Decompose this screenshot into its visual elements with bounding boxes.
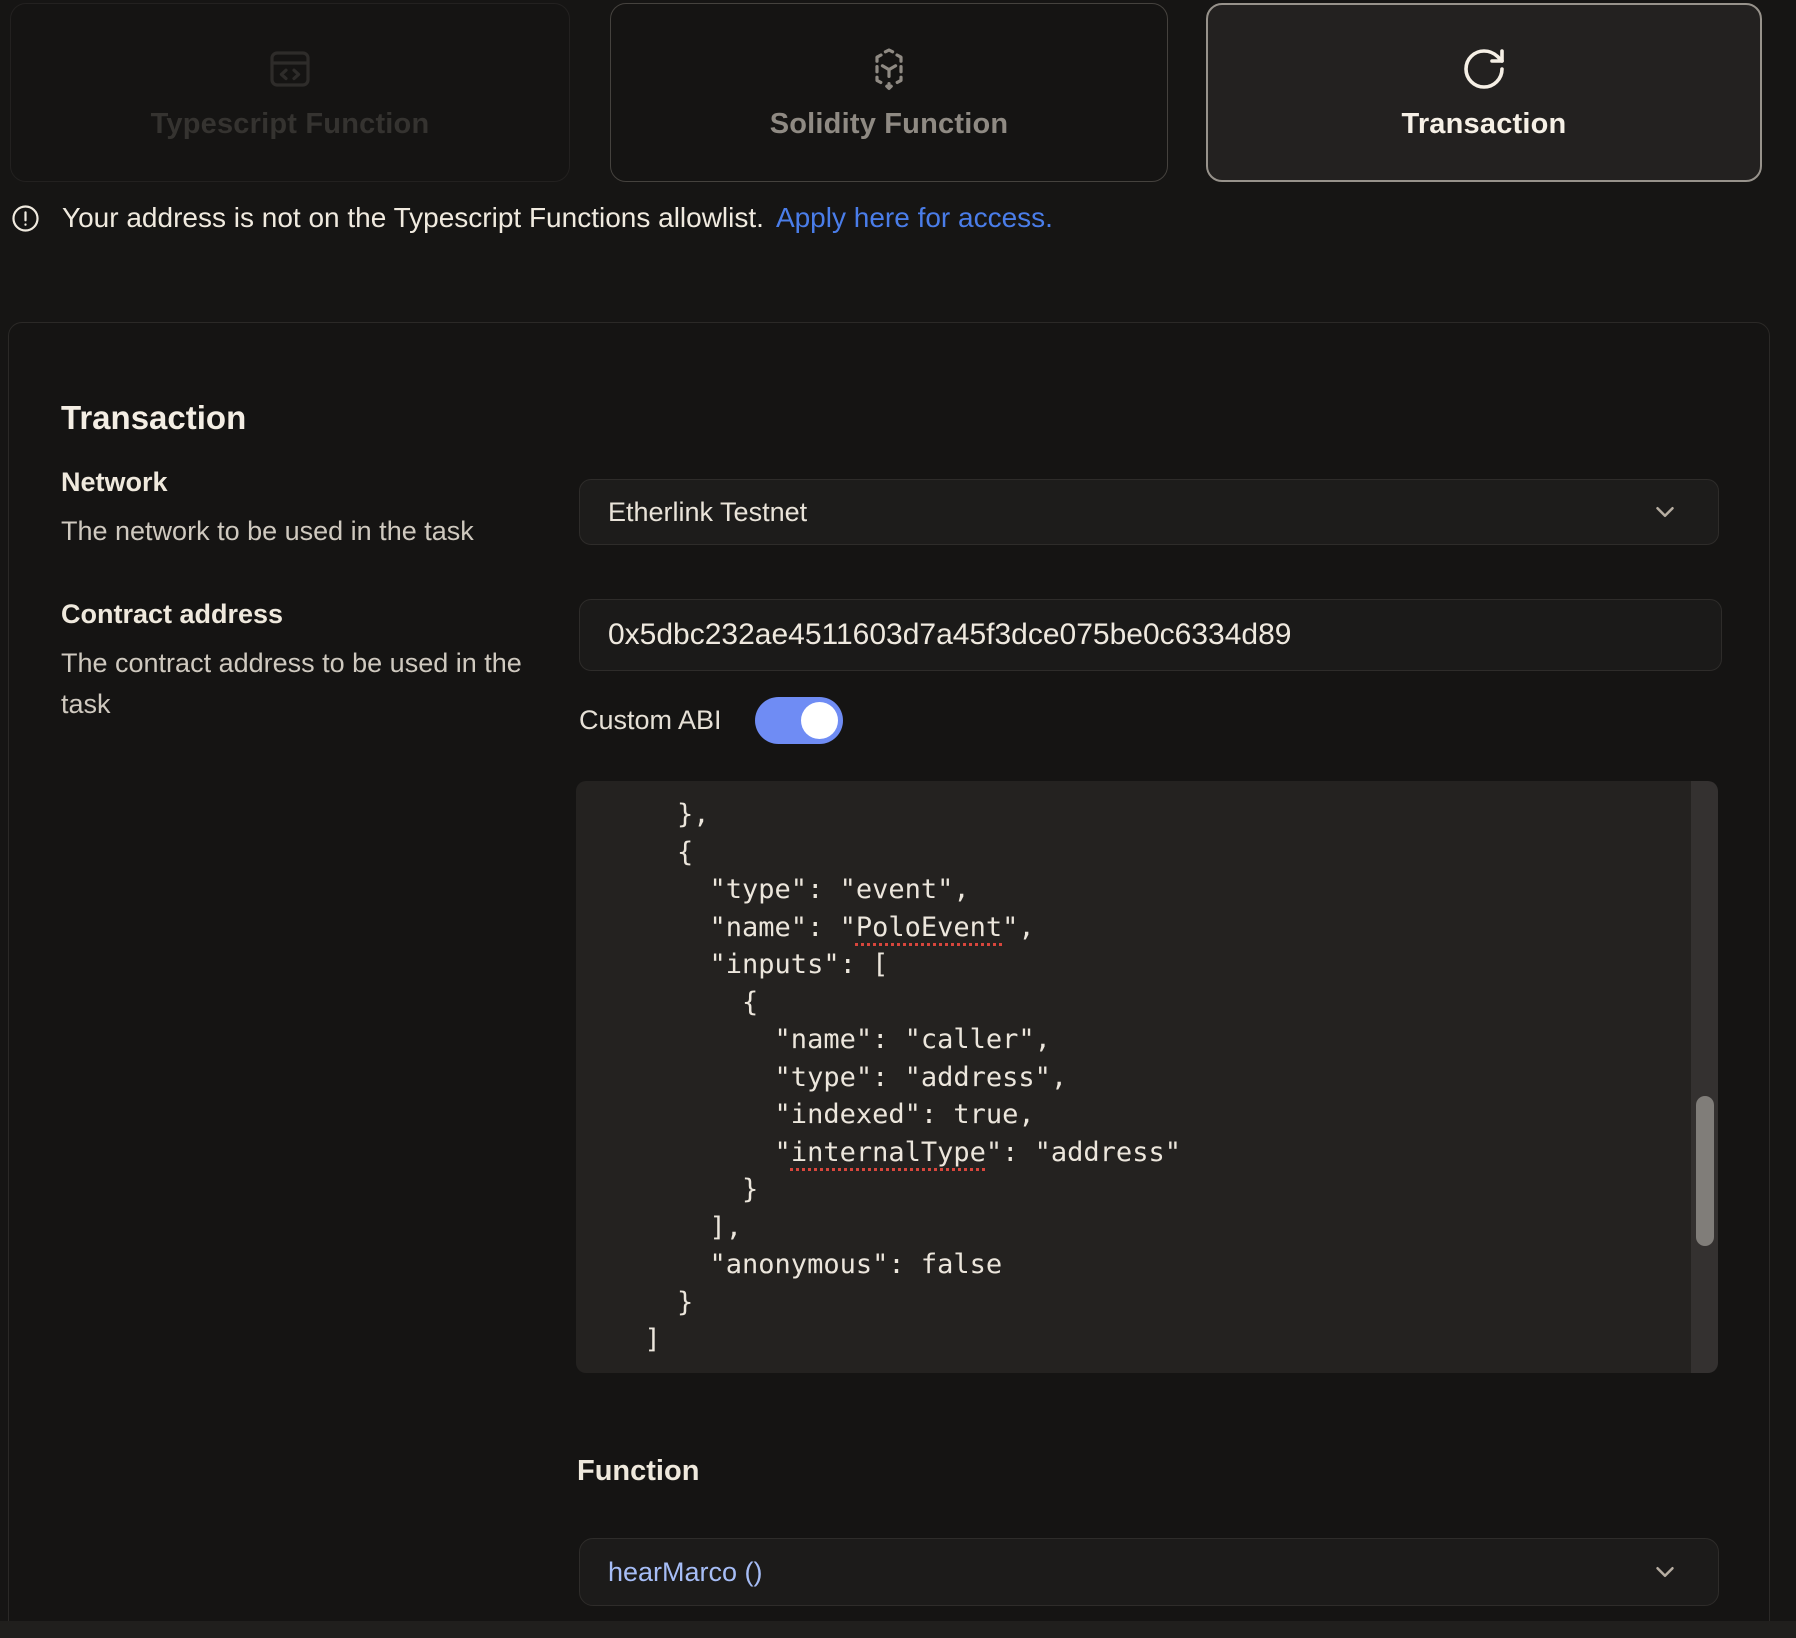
deployed-code-icon — [865, 45, 913, 93]
network-select-value: Etherlink Testnet — [608, 497, 1650, 528]
function-select[interactable]: hearMarco () — [579, 1538, 1719, 1606]
tab-transaction[interactable]: Transaction — [1206, 3, 1762, 182]
chevron-down-icon — [1650, 497, 1680, 527]
tab-solidity-function[interactable]: Solidity Function — [610, 3, 1168, 182]
contract-address-input[interactable]: 0x5dbc232ae4511603d7a45f3dce075be0c6334d… — [579, 599, 1722, 671]
network-description: The network to be used in the task — [61, 511, 531, 552]
contract-address-label: Contract address — [61, 599, 283, 630]
function-label: Function — [577, 1455, 699, 1488]
tab-label: Solidity Function — [770, 108, 1009, 141]
tab-label: Transaction — [1402, 108, 1567, 141]
custom-abi-row: Custom ABI — [579, 697, 843, 744]
chevron-down-icon — [1650, 1557, 1680, 1587]
contract-address-description: The contract address to be used in the t… — [61, 643, 531, 725]
code-window-icon — [266, 45, 314, 93]
tab-label: Typescript Function — [151, 108, 430, 141]
toggle-knob — [801, 702, 838, 739]
editor-scrollbar-track — [1691, 781, 1718, 1373]
rotate-cw-icon — [1460, 45, 1508, 93]
tab-typescript-function[interactable]: Typescript Function — [10, 3, 570, 182]
custom-abi-label: Custom ABI — [579, 705, 722, 736]
network-label: Network — [61, 467, 168, 498]
alert-circle-icon — [10, 203, 41, 234]
network-select[interactable]: Etherlink Testnet — [579, 479, 1719, 545]
allowlist-notice: Your address is not on the Typescript Fu… — [10, 202, 1053, 234]
function-select-value: hearMarco () — [608, 1557, 1650, 1588]
allowlist-notice-text: Your address is not on the Typescript Fu… — [62, 202, 764, 234]
apply-for-access-link[interactable]: Apply here for access. — [776, 202, 1053, 234]
task-editor-screen: Typescript Function Solidity Function — [0, 0, 1796, 1638]
custom-abi-toggle[interactable] — [755, 697, 843, 744]
bottom-cutoff-strip — [0, 1621, 1796, 1638]
abi-code-editor[interactable]: }, { "type": "event", "name": "PoloEvent… — [576, 781, 1718, 1373]
abi-code: }, { "type": "event", "name": "PoloEvent… — [612, 796, 1678, 1359]
transaction-panel: Transaction Network The network to be us… — [8, 322, 1770, 1638]
editor-scrollbar-thumb[interactable] — [1696, 1096, 1714, 1246]
panel-title: Transaction — [61, 399, 246, 437]
